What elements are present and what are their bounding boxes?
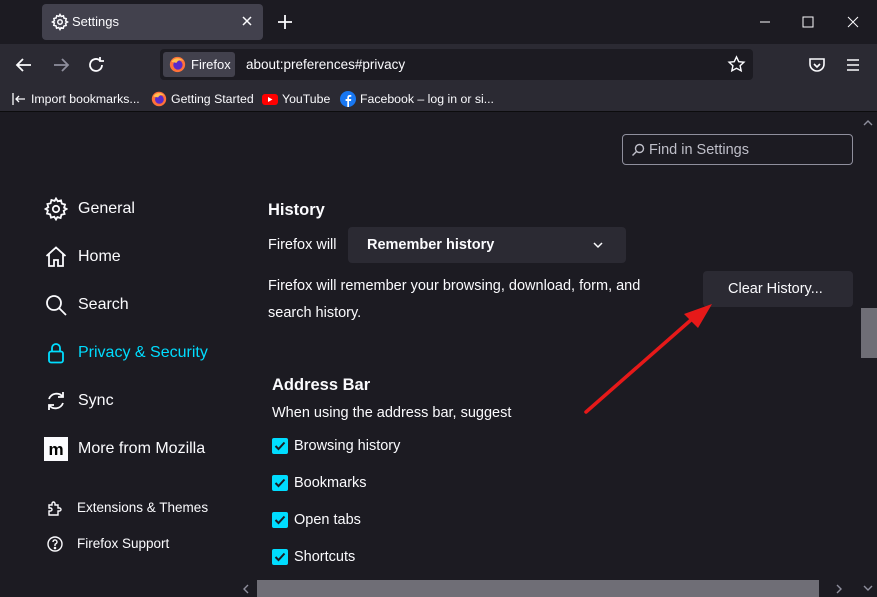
search-input[interactable]: Find in Settings [622,134,853,165]
bookmark-label: Getting Started [171,92,254,106]
bookmark-label: Facebook – log in or si... [360,92,494,106]
vertical-scroll-thumb[interactable] [861,308,877,358]
checkbox-browsing-history[interactable]: Browsing history [272,437,412,457]
clear-history-button[interactable]: Clear History... [703,271,853,307]
back-icon[interactable] [13,54,35,76]
search-icon [46,295,67,316]
checkbox-label: Shortcuts [294,549,356,565]
maximize-icon[interactable] [798,12,818,32]
pocket-icon[interactable] [806,54,828,76]
youtube-icon [262,94,278,105]
checkbox-open-tabs[interactable]: Open tabs [272,511,372,531]
sidebar-item-search[interactable]: Search [44,293,204,321]
checkbox-label: Open tabs [294,512,361,528]
scroll-right-icon[interactable] [833,583,845,595]
scroll-up-icon[interactable] [862,117,874,129]
sidebar-item-label: Extensions & Themes [77,500,209,515]
sidebar-item-general[interactable]: General [44,197,204,225]
sidebar-item-support[interactable]: Firefox Support [46,534,186,554]
gear-icon [44,197,68,221]
gear-icon [51,13,69,31]
close-icon[interactable] [238,12,256,30]
history-description: Firefox will remember your browsing, dow… [268,278,641,294]
history-mode-value: Remember history [367,237,495,253]
sidebar-item-home[interactable]: Home [44,245,204,273]
sidebar-item-sync[interactable]: Sync [44,389,204,417]
checkbox[interactable] [272,512,288,528]
mozilla-icon: m [44,437,68,461]
sidebar-item-label: Search [78,296,129,313]
bookmarks-toolbar: Import bookmarks... Getting Started YouT… [0,86,877,112]
checkmark-icon [274,552,286,562]
address-bar-subtitle: When using the address bar, suggest [272,405,512,421]
tab-title: Settings [72,14,119,29]
sidebar-item-mozilla[interactable]: m More from Mozilla [44,437,224,465]
sidebar-item-label: Sync [78,392,114,409]
checkmark-icon [274,478,286,488]
sidebar-item-extensions[interactable]: Extensions & Themes [46,498,216,518]
identity-label: Firefox [191,57,231,72]
scroll-left-icon[interactable] [240,583,252,595]
checkmark-icon [274,441,286,451]
bookmark-import[interactable]: Import bookmarks... [11,90,143,108]
navigation-toolbar: Firefox about:preferences#privacy [0,44,877,86]
sync-icon [48,392,64,410]
bookmark-star-icon[interactable] [727,55,746,74]
history-mode-select[interactable]: Remember history [348,227,626,263]
firefox-icon [151,91,167,107]
checkbox-shortcuts[interactable]: Shortcuts [272,548,372,568]
bookmark-label: YouTube [282,92,331,106]
history-will-label: Firefox will [268,237,337,253]
url-text[interactable]: about:preferences#privacy [246,57,405,72]
checkmark-icon [274,515,286,525]
horizontal-scroll-thumb[interactable] [257,580,819,597]
annotation-arrow [584,304,712,414]
search-icon [632,143,645,156]
tab-settings[interactable]: Settings [42,4,263,40]
reload-icon[interactable] [85,54,107,76]
import-icon [12,93,25,105]
forward-icon[interactable] [50,54,72,76]
svg-text:m: m [48,440,63,459]
sidebar-item-label: More from Mozilla [78,440,206,457]
firefox-icon [169,56,186,73]
checkbox-label: Bookmarks [294,475,367,491]
url-bar[interactable]: Firefox about:preferences#privacy [160,49,753,80]
scroll-down-icon[interactable] [862,582,874,594]
checkbox[interactable] [272,549,288,565]
sidebar-item-label: General [78,200,135,217]
bookmark-label: Import bookmarks... [31,92,140,106]
history-description-cont: search history. [268,305,362,321]
bookmark-youtube[interactable]: YouTube [262,90,332,108]
checkbox[interactable] [272,475,288,491]
facebook-icon [340,91,356,107]
history-heading: History [268,201,325,219]
puzzle-icon [48,501,62,516]
new-tab-icon[interactable] [275,12,295,32]
settings-page: Find in Settings General Home Search Pri… [0,112,877,597]
sidebar-item-label: Firefox Support [77,536,170,551]
sidebar-item-label: Privacy & Security [78,344,208,361]
help-icon [47,536,63,552]
sidebar-item-label: Home [78,248,121,265]
bookmark-getting-started[interactable]: Getting Started [151,90,255,108]
chevron-down-icon [593,242,603,249]
identity-box[interactable]: Firefox [163,52,235,77]
bookmark-facebook[interactable]: Facebook – log in or si... [340,90,494,108]
address-bar-heading: Address Bar [272,376,371,394]
window-close-icon[interactable] [843,12,863,32]
checkbox[interactable] [272,438,288,454]
sidebar-item-privacy[interactable]: Privacy & Security [44,341,224,369]
lock-icon [48,343,64,364]
minimize-icon[interactable] [755,12,775,32]
checkbox-label: Browsing history [294,438,401,454]
search-placeholder: Find in Settings [649,142,749,158]
tab-bar: Settings [0,0,877,44]
clear-history-label: Clear History... [728,281,823,297]
checkbox-bookmarks[interactable]: Bookmarks [272,474,382,494]
menu-icon[interactable] [842,54,864,76]
home-icon [45,246,67,267]
